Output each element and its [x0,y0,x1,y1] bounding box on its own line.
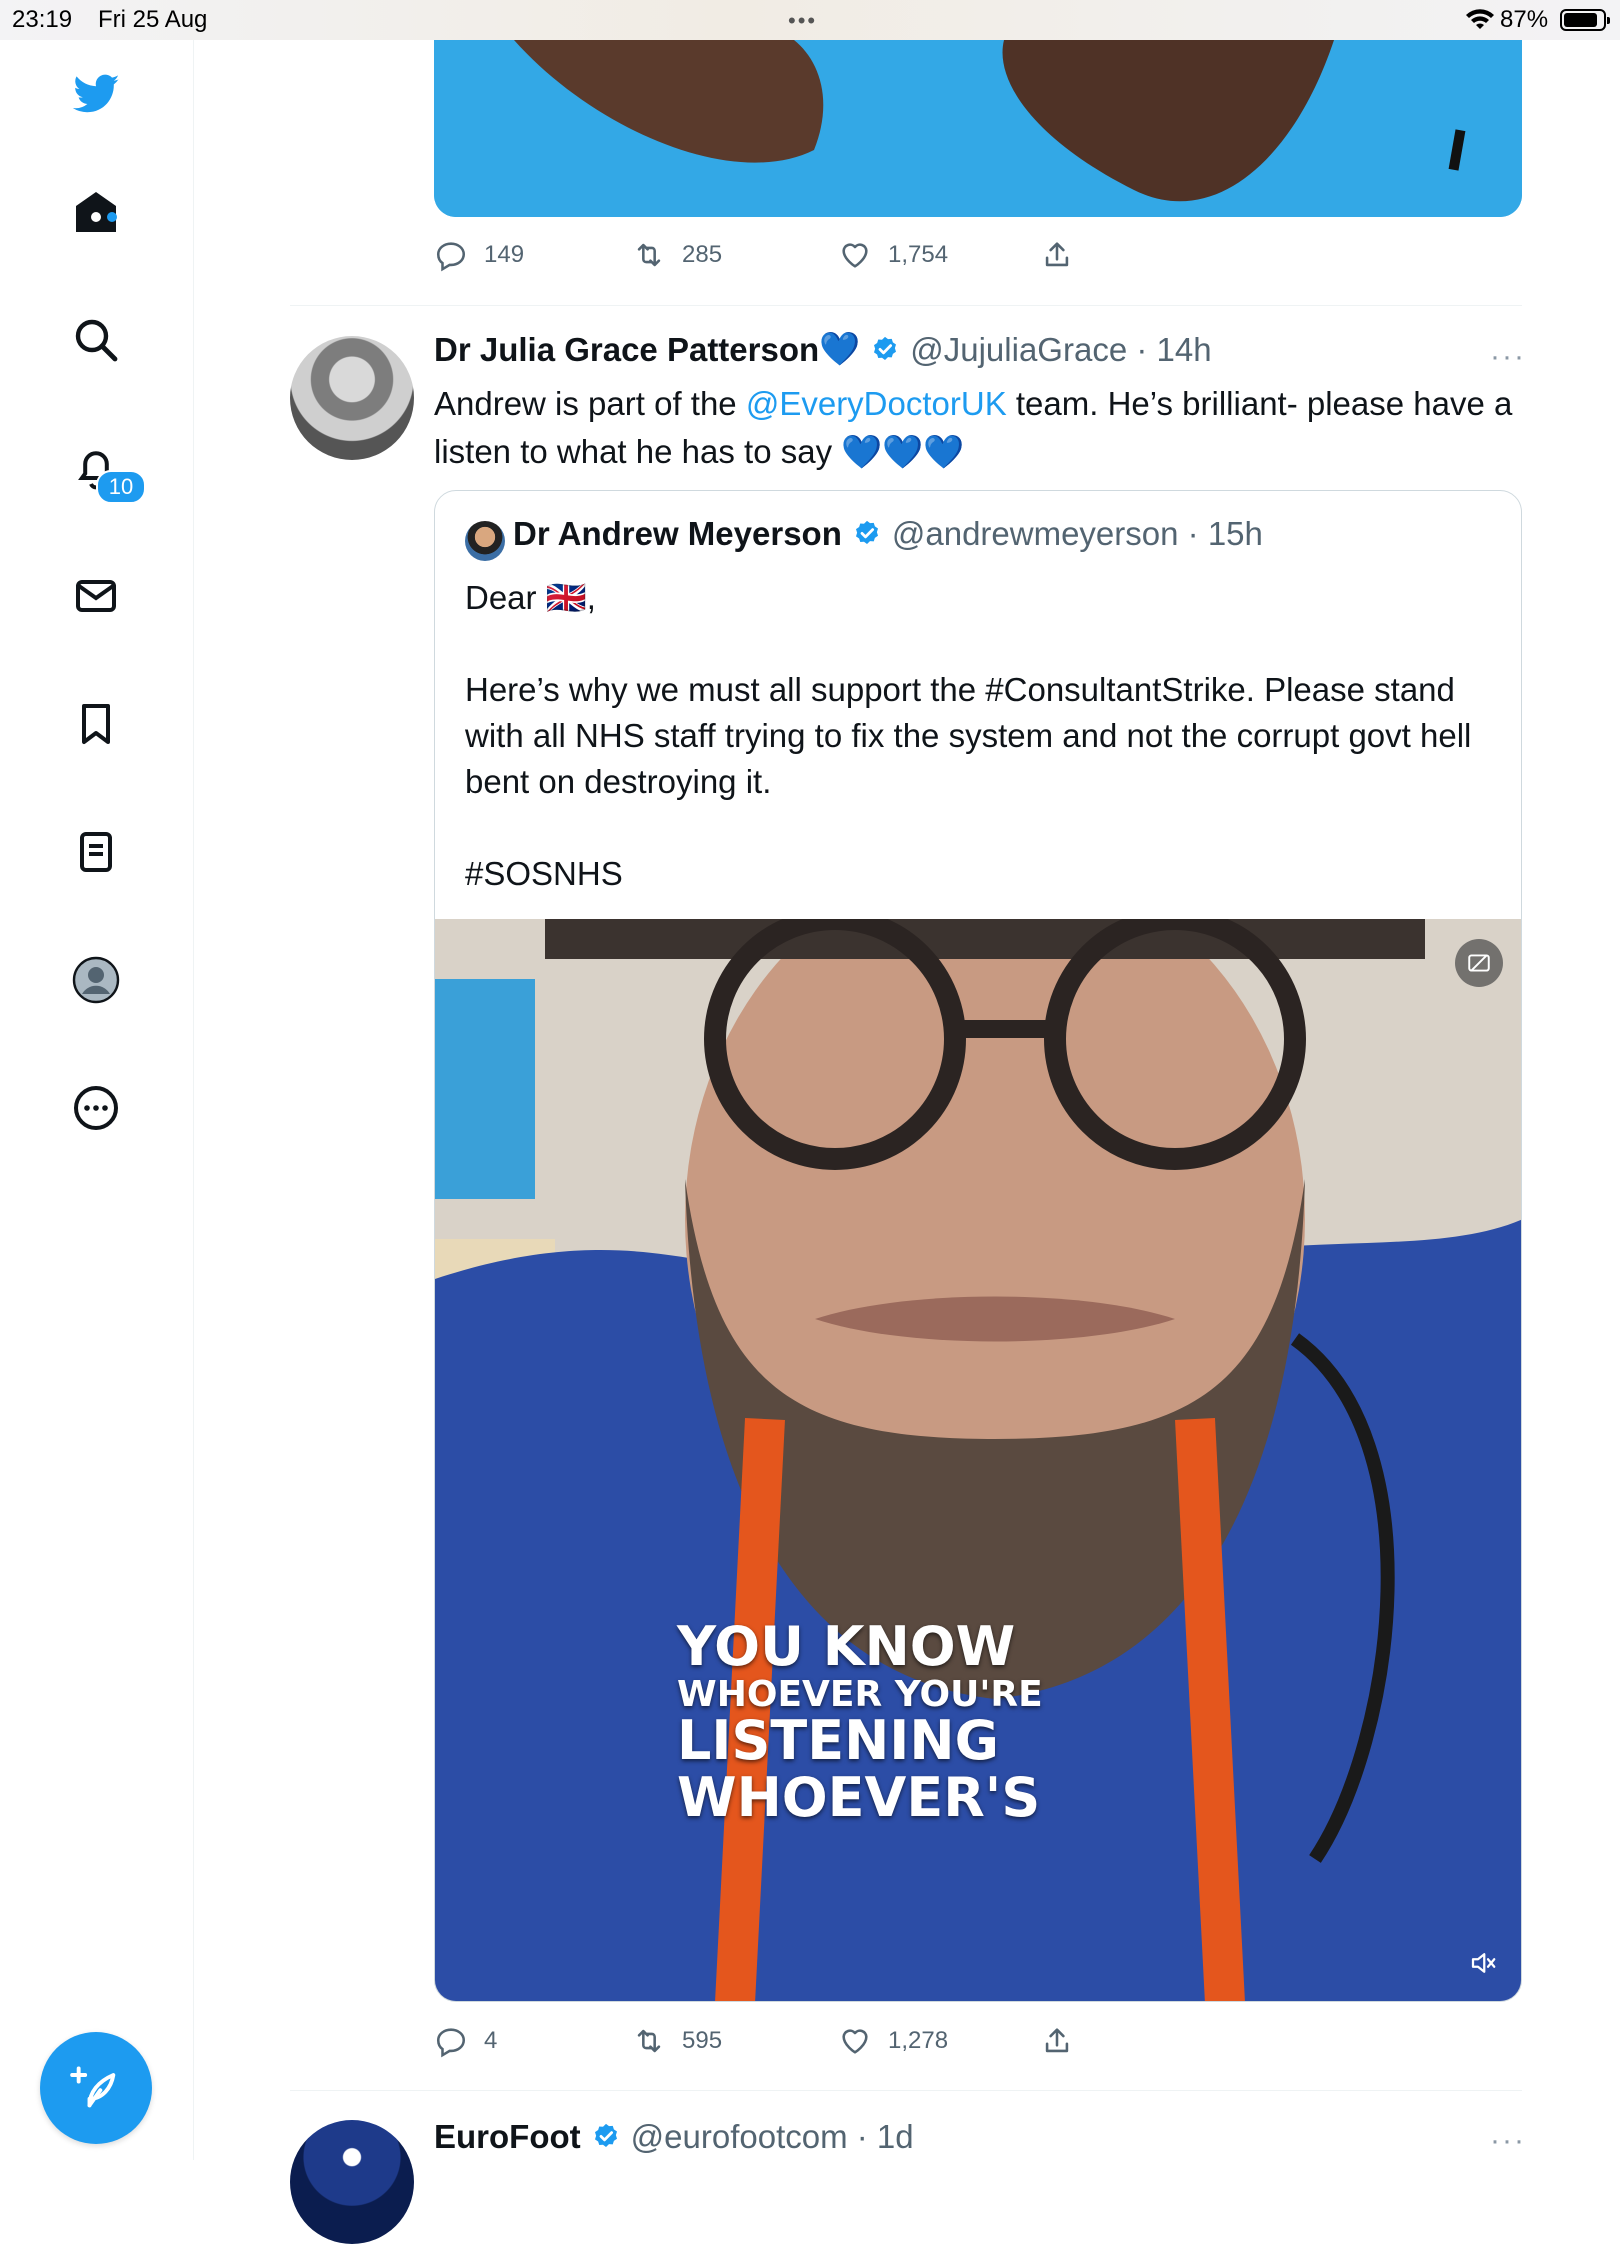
retweet-button[interactable]: 595 [632,2024,722,2058]
previous-tweet-image[interactable] [434,40,1522,217]
battery-percent: 87% [1500,6,1549,33]
sidebar: 10 [0,40,194,2160]
tweet-text-start: Andrew is part of the [434,385,746,422]
quoted-author-handle: @andrewmeyerson [891,515,1179,552]
messages-icon[interactable] [66,566,126,626]
retweet-button[interactable]: 285 [632,238,722,272]
video-caption: YOU KNOW WHOEVER YOU'RE LISTENING WHOEVE… [677,1615,1043,1830]
separator-dot: · [847,2118,877,2155]
like-count: 1,278 [888,2027,949,2054]
tweet-header: Dr Julia Grace Patterson 💙 @JujuliaGrace… [434,330,1212,369]
verified-badge-icon [594,2123,617,2147]
home-unread-dot [107,212,117,222]
reply-icon [436,2028,466,2058]
captions-icon [1468,954,1490,972]
author-name[interactable]: Dr Julia Grace Patterson [434,331,819,369]
status-time: 23:19 [12,6,73,33]
video-frame [435,919,1521,2001]
share-icon [1045,2028,1069,2053]
twitter-logo-icon[interactable] [66,64,126,124]
wifi-icon [1466,9,1494,29]
reply-count: 149 [484,241,525,268]
quoted-tweet[interactable]: Dr Andrew Meyerson @andrewmeyerson · 15h… [434,490,1522,2002]
more-options-icon[interactable]: ··· [1490,2124,1526,2158]
more-icon[interactable] [66,1078,126,1138]
like-button[interactable]: 1,754 [838,238,948,272]
notifications-badge: 10 [96,470,146,504]
tweet-divider [290,2090,1522,2091]
share-button[interactable] [1040,2024,1074,2058]
like-button[interactable]: 1,278 [838,2024,948,2058]
verified-badge-icon [874,336,897,360]
quoted-header: Dr Andrew Meyerson @andrewmeyerson · 15h [513,515,1263,553]
share-button[interactable] [1040,238,1074,272]
author-name[interactable]: EuroFoot [434,2118,581,2156]
author-handle[interactable]: @JujuliaGrace [910,331,1127,369]
bookmarks-icon[interactable] [66,694,126,754]
like-count: 1,754 [888,241,949,268]
share-icon [1045,242,1069,267]
multitasking-dots-icon[interactable]: ••• [788,8,817,34]
battery-icon [1560,9,1610,31]
quoted-tweet-time: 15h [1207,515,1263,552]
search-icon[interactable] [66,310,126,370]
battery-fill [1564,13,1597,27]
status-bar: 23:19 Fri 25 Aug ••• 87% [0,0,1620,40]
retweet-count: 595 [682,2027,723,2054]
lists-icon[interactable] [66,822,126,882]
quoted-avatar [465,521,505,561]
separator-dot: · [1178,515,1208,552]
retweet-icon [637,2029,661,2053]
author-handle[interactable]: @eurofootcom [631,2118,848,2156]
status-date: Fri 25 Aug [98,6,208,33]
retweet-count: 285 [682,241,723,268]
quoted-author-name: Dr Andrew Meyerson [513,515,842,552]
avatar[interactable] [290,2120,414,2244]
mention-link[interactable]: @EveryDoctorUK [746,385,1007,422]
tweet-text: Andrew is part of the @EveryDoctorUK tea… [434,380,1534,476]
reply-icon [436,242,466,272]
video-player[interactable]: YOU KNOW WHOEVER YOU'RE LISTENING WHOEVE… [435,919,1521,2001]
captions-toggle-button[interactable] [1455,939,1503,987]
reply-button[interactable]: 149 [434,238,524,272]
author-name-emoji: 💙 [819,330,861,367]
caption-line: YOU KNOW [677,1615,1016,1678]
verified-badge-icon [855,520,878,544]
caption-line: WHOEVER'S [677,1766,1041,1830]
compose-tweet-icon [70,2066,116,2108]
mute-button[interactable] [1463,1943,1503,1983]
compose-tweet-button[interactable] [40,2032,152,2144]
home-icon[interactable] [66,182,126,242]
tweet-divider [290,305,1522,306]
more-options-icon[interactable]: ··· [1490,340,1526,374]
retweet-icon [637,243,661,267]
caption-line: LISTENING [677,1709,999,1773]
reply-count: 4 [484,2027,498,2054]
tweet-time[interactable]: 14h [1157,331,1212,369]
quoted-tweet-text: Dear 🇬🇧, Here’s why we must all support … [465,579,1472,892]
caption-line: WHOEVER YOU'RE [677,1673,1043,1715]
avatar[interactable] [290,336,414,460]
tweet-header: EuroFoot @eurofootcom · 1d [434,2118,914,2156]
tweet-time[interactable]: 1d [877,2118,914,2156]
volume-muted-icon [1471,1953,1496,1973]
heart-icon [842,243,868,268]
separator-dot: · [1127,330,1157,368]
profile-icon[interactable] [66,950,126,1010]
reply-button[interactable]: 4 [434,2024,497,2058]
heart-icon [842,2029,868,2054]
